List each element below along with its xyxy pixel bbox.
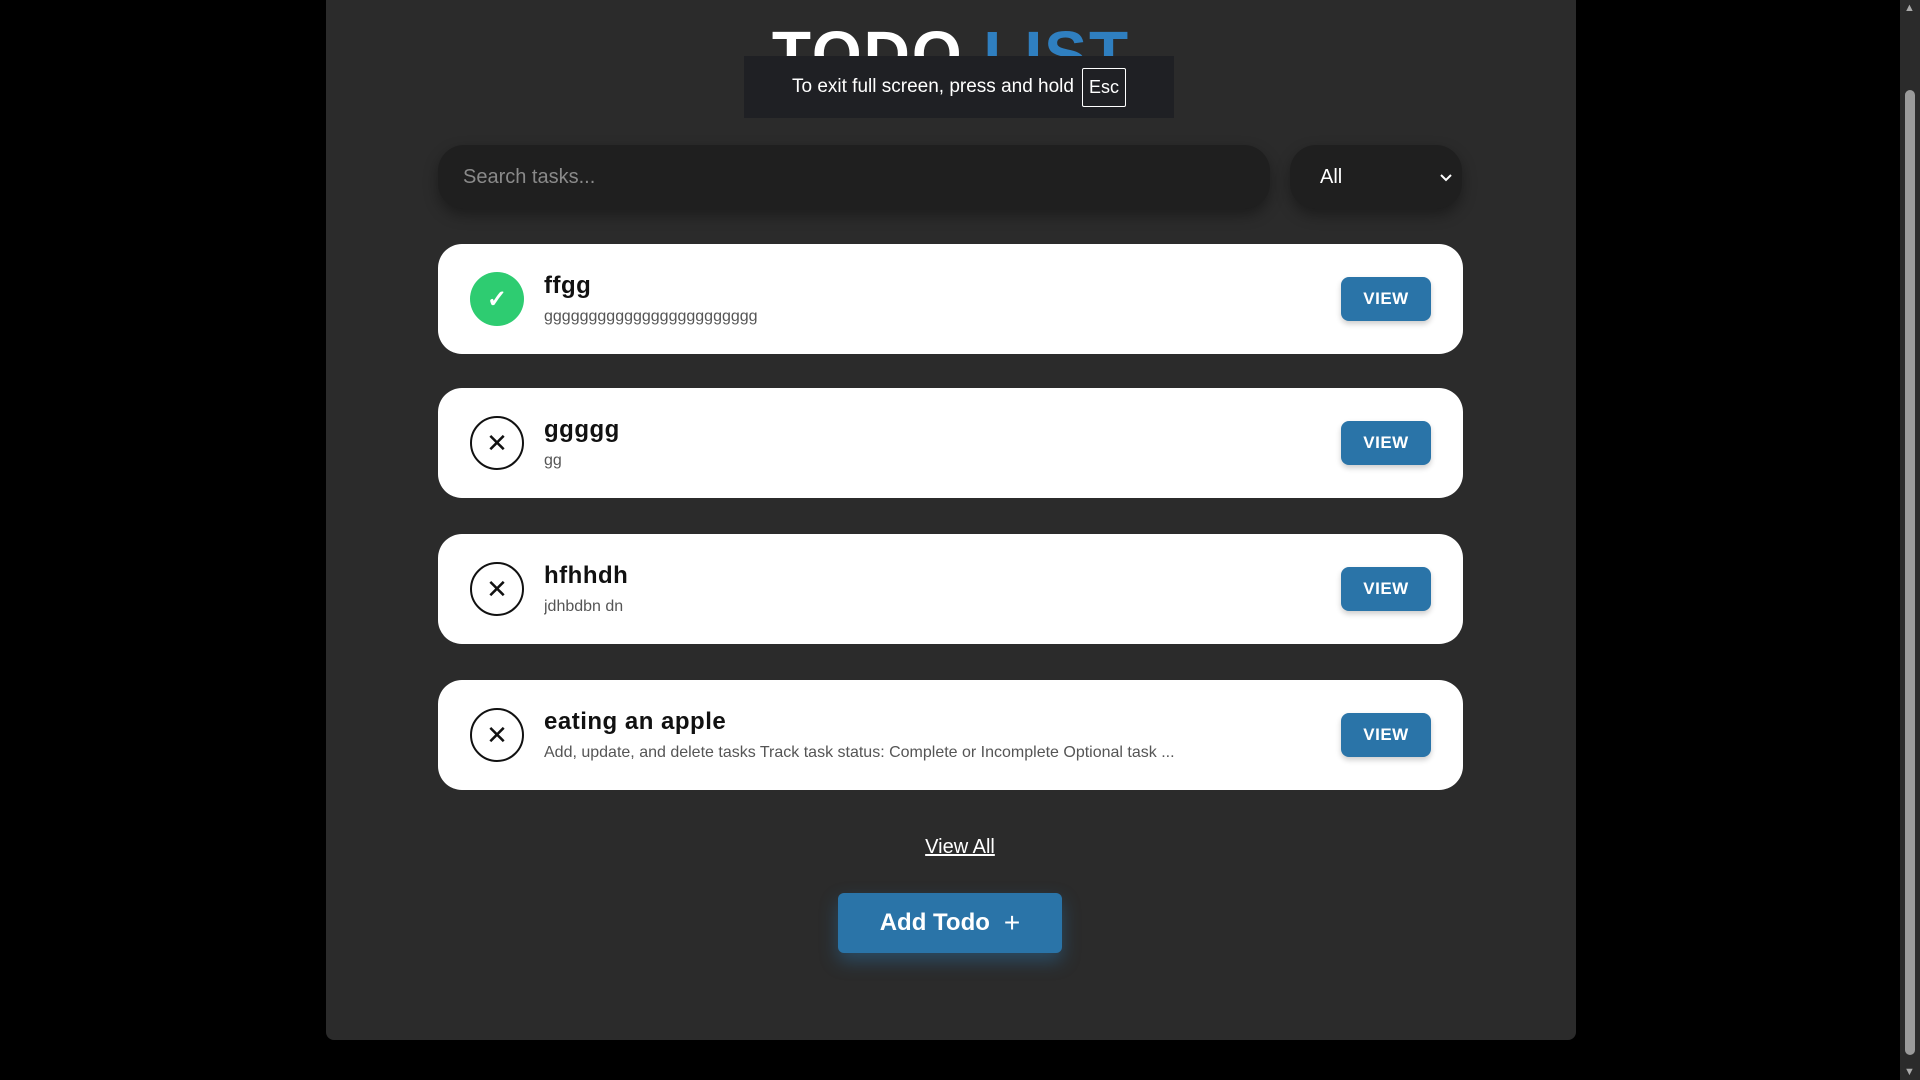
close-icon[interactable]: ✕ (470, 708, 524, 762)
todo-description: Add, update, and delete tasks Track task… (544, 744, 1175, 761)
chevron-down-icon (1440, 169, 1452, 185)
fullscreen-notice: To exit full screen, press and hold Esc (744, 56, 1174, 118)
todo-description: jdhbdbn dn (544, 598, 624, 615)
todo-title: ffgg (544, 272, 592, 299)
filter-selected-value: All (1320, 165, 1343, 188)
status-filter-select[interactable]: All (1290, 145, 1462, 209)
search-placeholder: Search tasks... (463, 165, 596, 188)
scroll-up-icon[interactable]: ▲ (1904, 2, 1915, 14)
view-button[interactable]: VIEW (1341, 713, 1431, 757)
close-icon[interactable]: ✕ (470, 562, 524, 616)
scroll-down-icon[interactable]: ▼ (1904, 1066, 1915, 1078)
todo-title: ggggg (544, 416, 620, 443)
view-button[interactable]: VIEW (1341, 421, 1431, 465)
view-button[interactable]: VIEW (1341, 567, 1431, 611)
fullscreen-notice-text: To exit full screen, press and hold (791, 76, 1074, 97)
plus-icon: + (1003, 907, 1021, 938)
view-all-link[interactable]: View All (0, 836, 1920, 859)
todo-item: ✕ hfhhdh jdhbdbn dn VIEW (438, 534, 1463, 644)
todo-item: ✓ ffgg gggggggggggggggggggggggg VIEW (438, 244, 1463, 354)
todo-item: ✕ eating an apple Add, update, and delet… (438, 680, 1463, 790)
todo-description: gggggggggggggggggggggggg (544, 308, 758, 325)
search-input[interactable]: Search tasks... (438, 145, 1270, 209)
view-all-label[interactable]: View All (925, 836, 995, 858)
add-todo-button[interactable]: Add Todo + (838, 893, 1062, 953)
esc-key: Esc (1081, 67, 1126, 107)
close-icon[interactable]: ✕ (470, 416, 524, 470)
view-button[interactable]: VIEW (1341, 277, 1431, 321)
todo-title: eating an apple (544, 708, 727, 735)
add-todo-label: Add Todo (879, 909, 990, 936)
scrollbar[interactable]: ▲ ▼ (1900, 0, 1920, 1080)
scrollbar-thumb[interactable] (1905, 90, 1915, 1055)
check-icon[interactable]: ✓ (470, 272, 524, 326)
todo-item: ✕ ggggg gg VIEW (438, 388, 1463, 498)
todo-title: hfhhdh (544, 562, 629, 589)
todo-description: gg (544, 452, 562, 469)
